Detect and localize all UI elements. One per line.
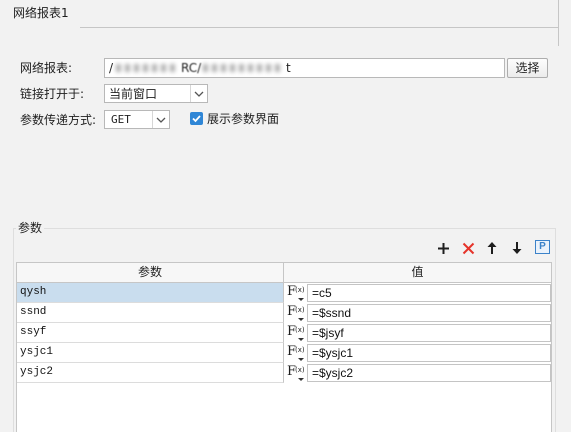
move-up-button[interactable] — [484, 240, 500, 256]
open-in-dropdown[interactable]: 当前窗口 — [104, 84, 208, 103]
arrow-down-icon — [512, 242, 522, 254]
param-value-input[interactable]: =c5 — [307, 284, 551, 302]
network-report-label: 网络报表: — [20, 61, 73, 75]
formula-editor-icon[interactable]: F (x) — [285, 363, 306, 383]
table-row[interactable]: ysjc2 F (x) =$ysjc2 — [17, 363, 551, 383]
open-in-value: 当前窗口 — [109, 87, 158, 101]
tab-strip-edge — [558, 0, 559, 46]
chevron-down-icon[interactable] — [152, 111, 169, 128]
report-path-middle: RC/ — [181, 61, 202, 75]
redacted-text — [116, 64, 178, 72]
formula-editor-icon[interactable]: F (x) — [285, 343, 306, 363]
report-path-start: / — [109, 61, 114, 75]
table-row[interactable]: ssnd F (x) =$ssnd — [17, 303, 551, 323]
method-label: 参数传递方式: — [20, 113, 97, 127]
dropdown-triangle-icon — [298, 298, 304, 301]
report-path-input[interactable]: / RC/ t — [104, 58, 505, 78]
param-name-cell[interactable]: ysjc2 — [17, 363, 284, 383]
table-row[interactable]: ysjc1 F (x) =$ysjc1 — [17, 343, 551, 363]
dropdown-triangle-icon — [298, 338, 304, 341]
report-path-end: t — [286, 61, 291, 75]
show-params-checkbox[interactable] — [190, 112, 203, 125]
plus-icon — [437, 242, 449, 254]
formula-icon-x: (x) — [295, 346, 305, 354]
select-button[interactable]: 选择 — [507, 58, 548, 78]
tab-strip-border — [80, 27, 559, 28]
add-param-button[interactable] — [435, 240, 451, 256]
dropdown-triangle-icon — [298, 318, 304, 321]
checkmark-icon — [192, 115, 201, 123]
param-name-cell[interactable]: qysh — [17, 283, 284, 303]
parameter-p-icon[interactable]: P — [535, 240, 550, 254]
formula-icon-x: (x) — [295, 326, 305, 334]
dropdown-triangle-icon — [298, 358, 304, 361]
show-params-label[interactable]: 展示参数界面 — [207, 112, 279, 126]
params-group-title: 参数 — [16, 221, 45, 235]
param-name-cell[interactable]: ssnd — [17, 303, 284, 323]
table-row[interactable]: qysh F (x) =c5 — [17, 283, 551, 303]
param-value-input[interactable]: =$ysjc1 — [307, 344, 551, 362]
redacted-text — [203, 64, 283, 72]
method-value: GET — [111, 113, 131, 126]
formula-editor-icon[interactable]: F (x) — [285, 323, 306, 343]
param-name-cell[interactable]: ysjc1 — [17, 343, 284, 363]
column-header-param[interactable]: 参数 — [17, 263, 284, 283]
arrow-up-icon — [487, 242, 497, 254]
params-table: 参数 值 qysh F (x) =c5 ssnd F (x) =$ssnd ssyf… — [16, 262, 552, 432]
table-row[interactable]: ssyf F (x) =$jsyf — [17, 323, 551, 343]
move-down-button[interactable] — [509, 240, 525, 256]
delete-param-button[interactable] — [460, 240, 476, 256]
formula-icon-x: (x) — [295, 286, 305, 294]
param-value-input[interactable]: =$ysjc2 — [307, 364, 551, 382]
method-dropdown[interactable]: GET — [104, 110, 170, 129]
chevron-down-icon[interactable] — [190, 85, 207, 102]
param-value-input[interactable]: =$ssnd — [307, 304, 551, 322]
open-in-label: 链接打开于: — [20, 87, 85, 101]
delete-x-icon — [462, 242, 474, 254]
formula-editor-icon[interactable]: F (x) — [285, 283, 306, 303]
dropdown-triangle-icon — [298, 378, 304, 381]
column-header-value[interactable]: 值 — [284, 263, 551, 283]
formula-editor-icon[interactable]: F (x) — [285, 303, 306, 323]
tab-title: 网络报表1 — [13, 6, 69, 20]
param-name-cell[interactable]: ssyf — [17, 323, 284, 343]
param-value-input[interactable]: =$jsyf — [307, 324, 551, 342]
formula-icon-x: (x) — [295, 306, 305, 314]
tab-network-report[interactable]: 网络报表1 — [0, 0, 80, 27]
formula-icon-x: (x) — [295, 366, 305, 374]
